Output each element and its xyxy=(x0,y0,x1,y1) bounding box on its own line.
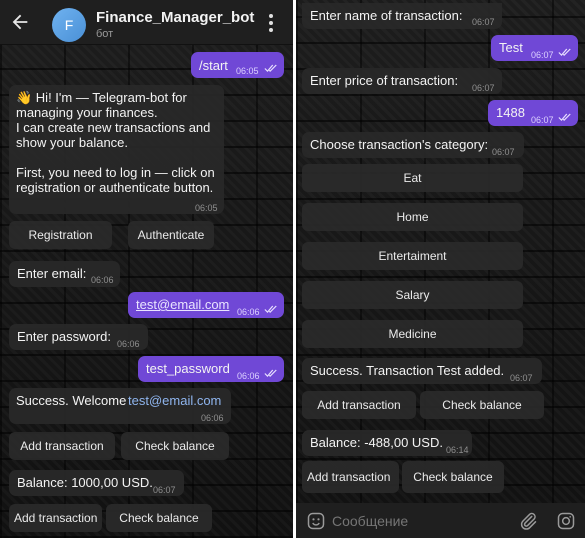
incoming-message[interactable]: Balance: 1000,00 USD. 06:07 xyxy=(9,470,184,496)
left-chat-screen: F Finance_Manager_bot бот /start 06:05 👋… xyxy=(0,0,293,538)
message-line: managing your finances. xyxy=(16,105,158,120)
message-time: 06:06 xyxy=(237,371,260,381)
outgoing-message[interactable]: Test 06:07 xyxy=(491,35,578,61)
chat-subtitle: бот xyxy=(96,28,114,40)
add-transaction-button[interactable]: Add transaction xyxy=(302,461,399,493)
category-button-salary[interactable]: Salary xyxy=(302,281,523,309)
back-arrow-icon[interactable] xyxy=(9,11,31,33)
incoming-message[interactable]: Success. Welcome test@email.com 06:06 xyxy=(9,388,231,424)
message-text: Enter name of transaction: xyxy=(310,8,463,23)
message-time: 06:05 xyxy=(195,203,218,213)
message-time: 06:07 xyxy=(531,115,554,125)
message-time: 06:07 xyxy=(510,373,533,383)
double-check-icon xyxy=(264,369,277,378)
add-transaction-button[interactable]: Add transaction xyxy=(9,432,115,460)
message-composer xyxy=(296,503,585,538)
message-time: 06:07 xyxy=(492,147,515,157)
message-time: 06:06 xyxy=(201,413,224,423)
check-balance-button[interactable]: Check balance xyxy=(402,461,504,493)
more-vert-icon[interactable] xyxy=(266,13,276,35)
double-check-icon xyxy=(558,113,571,122)
message-time: 06:06 xyxy=(237,307,260,317)
message-time: 06:06 xyxy=(117,339,140,349)
message-time: 06:07 xyxy=(531,50,554,60)
message-text: Balance: -488,00 USD. xyxy=(310,435,443,450)
message-line xyxy=(16,150,217,165)
double-check-icon xyxy=(558,48,571,57)
incoming-message[interactable]: Balance: -488,00 USD. 06:14 xyxy=(302,430,472,456)
message-text: test@email.com xyxy=(136,297,230,312)
message-text: 1488 xyxy=(496,105,525,120)
category-button-eat[interactable]: Eat xyxy=(302,164,523,192)
message-text: test_password xyxy=(146,361,230,376)
incoming-message[interactable]: Enter email: 06:06 xyxy=(9,261,120,287)
category-button-home[interactable]: Home xyxy=(302,203,523,231)
message-text: Balance: 1000,00 USD. xyxy=(17,475,153,490)
emoji-icon[interactable] xyxy=(306,511,326,531)
message-text: Choose transaction's category: xyxy=(310,137,489,152)
outgoing-message[interactable]: test_password 06:06 xyxy=(138,356,284,382)
message-text: Success. Welcome xyxy=(16,393,130,408)
check-balance-button[interactable]: Check balance xyxy=(420,391,544,419)
authenticate-button[interactable]: Authenticate xyxy=(128,221,214,249)
message-text: Enter password: xyxy=(17,329,111,344)
message-time: 06:14 xyxy=(446,445,469,455)
check-balance-button[interactable]: Check balance xyxy=(121,432,229,460)
incoming-message[interactable]: Enter password: 06:06 xyxy=(9,324,148,350)
right-chat-screen: Enter name of transaction: 06:07 Test 06… xyxy=(296,0,585,538)
message-time: 06:07 xyxy=(472,17,495,27)
category-button-entertainment[interactable]: Entertaiment xyxy=(302,242,523,270)
incoming-message[interactable]: Enter price of transaction: 06:07 xyxy=(302,68,502,94)
add-transaction-button[interactable]: Add transaction xyxy=(302,391,416,419)
check-balance-button[interactable]: Check balance xyxy=(106,504,212,532)
email-link[interactable]: test@email.com xyxy=(128,393,221,408)
chat-header: F Finance_Manager_bot бот xyxy=(0,0,293,45)
camera-icon[interactable] xyxy=(556,511,576,531)
message-time: 06:07 xyxy=(153,485,176,495)
message-line: First, you need to log in — click on xyxy=(16,165,215,180)
message-line: I can create new transactions and xyxy=(16,120,211,135)
attach-icon[interactable] xyxy=(518,511,538,531)
outgoing-message[interactable]: /start 06:05 xyxy=(191,52,284,78)
message-time: 06:07 xyxy=(472,83,495,93)
message-input[interactable] xyxy=(332,509,512,533)
bot-avatar[interactable]: F xyxy=(52,8,86,42)
incoming-message[interactable]: Success. Transaction Test added. 06:07 xyxy=(302,358,542,384)
message-text: /start xyxy=(199,58,228,73)
category-button-medicine[interactable]: Medicine xyxy=(302,320,523,348)
double-check-icon xyxy=(264,64,277,73)
message-text: Enter email: xyxy=(17,266,87,281)
message-time: 06:05 xyxy=(236,66,259,76)
message-time: 06:06 xyxy=(91,275,114,285)
message-line: registration or authenticate button. xyxy=(16,180,214,195)
message-text: Enter price of transaction: xyxy=(310,73,459,88)
incoming-message[interactable]: 👋 Hi! I'm — Telegram-bot for managing yo… xyxy=(9,85,224,214)
incoming-message[interactable]: Choose transaction's category: 06:07 xyxy=(302,132,524,158)
message-line: 👋 Hi! I'm — Telegram-bot for xyxy=(16,90,187,105)
double-check-icon xyxy=(264,305,277,314)
outgoing-message[interactable]: test@email.com 06:06 xyxy=(128,292,284,318)
message-text: Test xyxy=(499,40,523,55)
add-transaction-button[interactable]: Add transaction xyxy=(9,504,102,532)
message-line: show your balance. xyxy=(16,135,129,150)
outgoing-message[interactable]: 1488 06:07 xyxy=(488,100,578,126)
registration-button[interactable]: Registration xyxy=(9,221,112,249)
incoming-message[interactable]: Enter name of transaction: 06:07 xyxy=(302,3,502,29)
message-text: Success. Transaction Test added. xyxy=(310,363,505,378)
chat-title[interactable]: Finance_Manager_bot xyxy=(96,9,254,26)
